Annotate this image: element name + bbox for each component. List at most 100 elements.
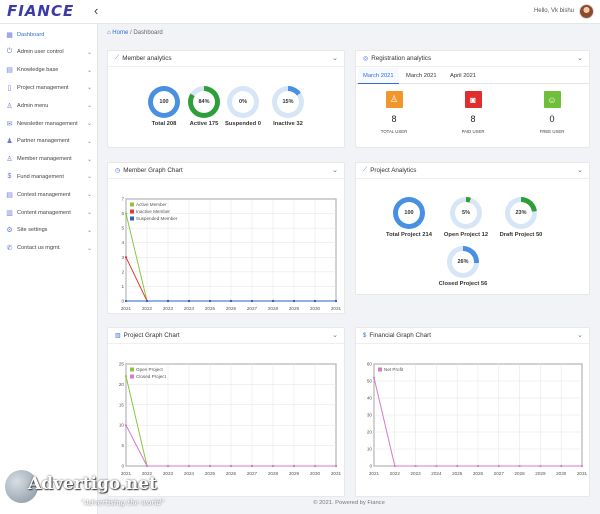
- smile-icon: ☺: [543, 91, 561, 108]
- data-point: [456, 464, 459, 468]
- chevron-down-icon: ⌄: [86, 174, 92, 181]
- line-chart: 2021 2022 2023 2024 2025 2026 2027 2028 2029 2030…: [367, 362, 588, 477]
- x-tick-label: 2028: [268, 306, 279, 311]
- sidebar-item-label: Knowledge base: [17, 67, 59, 74]
- users-icon: ♟: [6, 138, 13, 146]
- chevron-down-icon[interactable]: ⌄: [577, 54, 583, 62]
- y-tick-label: 2: [121, 269, 124, 274]
- data-point: [124, 212, 128, 215]
- sidebar-item[interactable]: ▯ Project management ⌄: [0, 79, 98, 96]
- watermark: Advertigo.net "Advertising the world": [5, 470, 170, 510]
- gear-icon: ⚙: [6, 227, 13, 235]
- money-icon: ◙: [464, 91, 482, 108]
- donut-value: 0%: [232, 91, 254, 113]
- x-tick-label: 2026: [226, 306, 237, 311]
- sidebar-item[interactable]: ♙ Admin menu ⌄: [0, 97, 98, 114]
- sidebar-item-label: Partner management: [17, 138, 70, 145]
- user-greeting: Hello, Vk bishu: [533, 8, 574, 14]
- x-tick-label: 2031: [331, 306, 342, 311]
- data-point: [271, 299, 275, 303]
- month-tabs: March 2021 March 2021 April 2021: [356, 68, 589, 84]
- x-tick-label: 2031: [331, 471, 342, 476]
- stat-label: PAID USER: [461, 129, 485, 134]
- y-tick-label: 5: [121, 443, 124, 448]
- data-point: [518, 464, 521, 468]
- breadcrumb-separator: /: [129, 30, 132, 36]
- sidebar-item-label: Contact us mgmt.: [17, 245, 61, 252]
- sidebar-item[interactable]: ♟ Partner management ⌄: [0, 133, 98, 150]
- avatar[interactable]: [579, 4, 594, 19]
- data-point: [145, 299, 149, 303]
- sidebar-item[interactable]: ⚙ Site settings ⌄: [0, 222, 98, 239]
- sidebar-item[interactable]: ⏻ Admin user control ⌄: [0, 44, 98, 61]
- home-icon: ⌂: [107, 30, 111, 36]
- x-tick-label: 2023: [163, 306, 174, 311]
- chevron-down-icon: ⌄: [86, 192, 92, 199]
- chevron-down-icon[interactable]: ⌄: [577, 166, 583, 174]
- chevron-left-icon[interactable]: ‹: [94, 3, 98, 19]
- app-logo[interactable]: FIANCE: [7, 2, 74, 20]
- x-tick-label: 2031: [577, 471, 588, 476]
- chevron-down-icon: ⌄: [86, 227, 92, 234]
- member-analytics-card: ⟋ Member analytics ⌄ 100 Total 208 84% Active…: [107, 50, 345, 148]
- sidebar-item-label: Dashboard: [17, 31, 45, 38]
- legend-swatch: [130, 374, 134, 379]
- data-point: [145, 464, 149, 468]
- legend-label: Active Member: [136, 202, 167, 207]
- sidebar-item-label: Project management: [17, 84, 69, 91]
- target-icon: ◎: [363, 56, 369, 62]
- x-tick-label: 2025: [205, 306, 216, 311]
- stat-value: 8: [470, 114, 476, 124]
- sidebar-item[interactable]: ▦ Dashboard: [0, 26, 98, 43]
- sidebar-item[interactable]: $ Fund management ⌄: [0, 168, 98, 185]
- member-graph-card: ◷ Member Graph Chart ⌄ 2021 2022 2023 2024 202…: [107, 162, 345, 314]
- y-tick-label: 10: [367, 447, 373, 452]
- card-title: Member analytics: [122, 55, 172, 62]
- sidebar-item-label: Admin user control: [17, 49, 64, 56]
- stat-tile: ◙ 8 PAID USER: [453, 91, 493, 149]
- tab-april-2021[interactable]: April 2021: [445, 68, 481, 84]
- sidebar: ▦ Dashboard ⏻ Admin user control ⌄ ▤ Knowledge…: [0, 24, 98, 514]
- data-point: [229, 299, 233, 303]
- donut-label: Closed Project 56: [438, 281, 488, 287]
- sidebar-item[interactable]: ▥ Content management ⌄: [0, 204, 98, 221]
- y-tick-label: 0: [369, 464, 372, 469]
- top-bar: FIANCE ‹ Hello, Vk bishu: [0, 0, 600, 24]
- x-tick-label: 2028: [268, 471, 279, 476]
- y-tick-label: 3: [121, 255, 124, 260]
- tab-march-2021-b[interactable]: March 2021: [401, 68, 442, 84]
- data-point: [124, 375, 128, 378]
- x-tick-label: 2021: [369, 471, 380, 476]
- data-point: [250, 299, 254, 303]
- data-point: [393, 464, 396, 468]
- x-tick-label: 2030: [310, 306, 321, 311]
- x-tick-label: 2029: [289, 471, 300, 476]
- chevron-down-icon[interactable]: ⌄: [332, 54, 338, 62]
- sidebar-item[interactable]: ✆ Contact us mgmt. ⌄: [0, 240, 98, 257]
- sidebar-item-label: Fund management: [17, 173, 64, 180]
- donut-value: 15%: [277, 91, 299, 113]
- sidebar-item[interactable]: ♙ Member management ⌄: [0, 151, 98, 168]
- sidebar-item[interactable]: ▤ Contest management ⌄: [0, 186, 98, 203]
- x-tick-label: 2026: [473, 471, 484, 476]
- data-point: [187, 299, 191, 303]
- breadcrumb-home[interactable]: Home: [112, 30, 128, 36]
- donut-label: Draft Project 50: [499, 232, 543, 238]
- y-tick-label: 1: [121, 284, 124, 289]
- donut-value: 5%: [455, 202, 477, 224]
- user-icon: ♙: [385, 91, 403, 108]
- tab-march-2021[interactable]: March 2021: [358, 68, 399, 84]
- line-chart: 2021 2022 2023 2024 2025 2026 2027 2028 2029 2030…: [121, 197, 342, 312]
- sidebar-item-label: Contest management: [17, 191, 71, 198]
- dollar-icon: $: [7, 173, 12, 181]
- data-point: [539, 464, 542, 468]
- data-point: [208, 464, 212, 468]
- sidebar-item[interactable]: ▤ Knowledge base ⌄: [0, 62, 98, 79]
- x-tick-label: 2025: [205, 471, 216, 476]
- chevron-down-icon: ⌄: [86, 245, 92, 252]
- sidebar-item[interactable]: ✉ Newsletter management ⌄: [0, 115, 98, 132]
- donut-label: Inactive 32: [273, 121, 303, 127]
- chevron-down-icon: ⌄: [86, 49, 92, 56]
- x-tick-label: 2028: [514, 471, 525, 476]
- x-tick-label: 2026: [226, 471, 237, 476]
